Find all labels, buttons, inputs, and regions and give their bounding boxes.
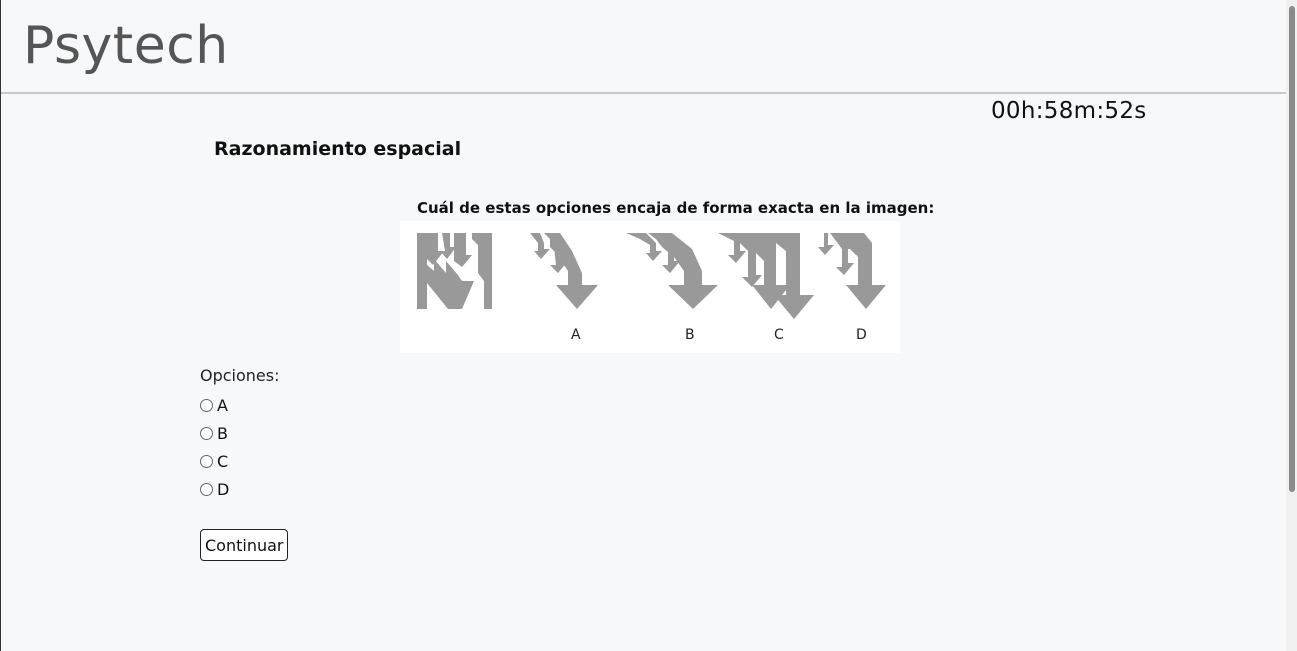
option-c[interactable]: C [200,451,228,471]
figure-label-b: B [685,327,695,343]
option-a[interactable]: A [200,395,228,415]
option-label-c: C [217,451,229,471]
radio-button-d[interactable] [200,482,213,496]
figure-option-c [718,233,814,319]
question-figure: A B C D [400,221,900,353]
countdown-timer: 00h:58m:52s [991,98,1147,124]
figure-label-a: A [571,327,581,343]
figure-label-d: D [856,327,867,343]
option-label-b: B [217,423,228,443]
radio-button-c[interactable] [200,454,213,468]
figure-label-c: C [774,327,784,343]
figure-option-a [530,233,598,309]
option-d[interactable]: D [200,479,229,499]
question-text: Cuál de estas opciones encaja de forma e… [417,199,935,217]
puzzle-image [417,233,492,309]
radio-button-b[interactable] [200,426,213,440]
section-title: Razonamiento espacial [214,138,462,160]
continue-button[interactable]: Continuar [200,529,289,561]
figure-option-b [626,233,718,309]
option-b[interactable]: B [200,423,228,443]
arrow-puzzle-graphic [417,233,886,319]
option-label-a: A [217,395,228,415]
option-label-d: D [217,479,230,499]
radio-button-a[interactable] [200,398,213,412]
vertical-scrollbar[interactable] [1286,0,1297,651]
figure-option-d [818,233,886,309]
options-label: Opciones: [200,366,280,385]
psytech-logo: Psytech [23,16,229,76]
scrollbar-thumb[interactable] [1289,6,1295,492]
header: Psytech [1,0,1286,94]
